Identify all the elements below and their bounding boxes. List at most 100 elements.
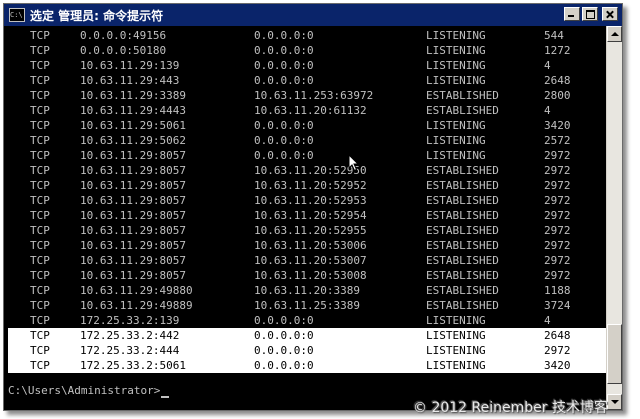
proto-cell: TCP <box>30 59 50 72</box>
title-bar[interactable]: C:\. 选定 管理员: 命令提示符 <box>4 4 622 26</box>
table-row[interactable]: TCP 10.63.11.29:8057 10.63.11.20:52950 ESTA… <box>8 163 607 178</box>
proto-cell: TCP <box>30 44 50 57</box>
proto-cell: TCP <box>30 134 50 147</box>
proto-cell: TCP <box>30 164 50 177</box>
pid-cell: 3420 <box>544 119 571 132</box>
table-row[interactable]: TCP 10.63.11.29:8057 10.63.11.20:52952 ESTA… <box>8 178 607 193</box>
proto-cell: TCP <box>30 299 50 312</box>
table-row[interactable]: TCP 10.63.11.29:443 0.0.0.0:0 LISTENING 2648 <box>8 73 607 88</box>
pid-cell: 2972 <box>544 164 571 177</box>
proto-cell: TCP <box>30 284 50 297</box>
proto-cell: TCP <box>30 104 50 117</box>
table-row[interactable]: TCP 10.63.11.29:8057 10.63.11.20:52953 ESTA… <box>8 193 607 208</box>
local-address-cell: 10.63.11.29:5061 <box>80 119 186 132</box>
foreign-address-cell: 10.63.11.253:63972 <box>254 89 374 102</box>
netstat-table: TCP 0.0.0.0:49156 0.0.0.0:0 LISTENING 544 TCP… <box>8 28 607 373</box>
state-cell: ESTABLISHED <box>426 254 499 267</box>
local-address-cell: 10.63.11.29:8057 <box>80 209 186 222</box>
maximize-button[interactable] <box>582 7 598 21</box>
table-row[interactable]: TCP 10.63.11.29:8057 0.0.0.0:0 LISTENING 297… <box>8 148 607 163</box>
local-address-cell: 0.0.0.0:50180 <box>80 44 167 57</box>
table-row[interactable]: TCP 10.63.11.29:8057 10.63.11.20:53008 ESTA… <box>8 268 607 283</box>
table-row[interactable]: TCP 172.25.33.2:139 0.0.0.0:0 LISTENING 4 <box>8 313 607 328</box>
table-row[interactable]: TCP 0.0.0.0:50180 0.0.0.0:0 LISTENING 1272 <box>8 43 607 58</box>
proto-cell: TCP <box>30 329 50 342</box>
pid-cell: 4 <box>544 59 551 72</box>
local-address-cell: 10.63.11.29:8057 <box>80 239 186 252</box>
proto-cell: TCP <box>30 209 50 222</box>
selected-table-row[interactable]: TCP 172.25.33.2:442 0.0.0.0:0 LISTENING 2648 <box>8 328 607 343</box>
table-row[interactable]: TCP 10.63.11.29:8057 10.63.11.20:52955 ESTA… <box>8 223 607 238</box>
state-cell: LISTENING <box>426 119 486 132</box>
foreign-address-cell: 10.63.11.25:3389 <box>254 299 360 312</box>
local-address-cell: 10.63.11.29:49880 <box>80 284 193 297</box>
table-row[interactable]: TCP 10.63.11.29:8057 10.63.11.20:53007 ESTA… <box>8 253 607 268</box>
table-row[interactable]: TCP 0.0.0.0:49156 0.0.0.0:0 LISTENING 544 <box>8 28 607 43</box>
pid-cell: 2972 <box>544 149 571 162</box>
pid-cell: 2972 <box>544 269 571 282</box>
state-cell: ESTABLISHED <box>426 164 499 177</box>
proto-cell: TCP <box>30 224 50 237</box>
scrollbar-thumb[interactable] <box>607 324 622 384</box>
foreign-address-cell: 10.63.11.20:52955 <box>254 224 367 237</box>
table-row[interactable]: TCP 10.63.11.29:4443 10.63.11.20:61132 ESTA… <box>8 103 607 118</box>
state-cell: ESTABLISHED <box>426 179 499 192</box>
mouse-pointer-icon <box>348 154 360 172</box>
proto-cell: TCP <box>30 194 50 207</box>
table-row[interactable]: TCP 10.63.11.29:139 0.0.0.0:0 LISTENING 4 <box>8 58 607 73</box>
pid-cell: 1272 <box>544 44 571 57</box>
local-address-cell: 172.25.33.2:444 <box>80 344 180 357</box>
pid-cell: 2972 <box>544 239 571 252</box>
local-address-cell: 172.25.33.2:442 <box>80 329 180 342</box>
state-cell: LISTENING <box>426 59 486 72</box>
state-cell: LISTENING <box>426 149 486 162</box>
cmd-app-icon[interactable]: C:\. <box>9 8 25 22</box>
proto-cell: TCP <box>30 74 50 87</box>
local-address-cell: 10.63.11.29:8057 <box>80 164 186 177</box>
state-cell: LISTENING <box>426 329 486 342</box>
vertical-scrollbar[interactable] <box>606 26 622 410</box>
foreign-address-cell: 10.63.11.20:53007 <box>254 254 367 267</box>
table-row[interactable]: TCP 10.63.11.29:5062 0.0.0.0:0 LISTENING 257… <box>8 133 607 148</box>
cmd-window[interactable]: C:\. 选定 管理员: 命令提示符 TCP 0.0.0.0:49156 0.0.0… <box>3 3 623 411</box>
table-row[interactable]: TCP 10.63.11.29:8057 10.63.11.20:53006 ESTA… <box>8 238 607 253</box>
console-output[interactable]: TCP 0.0.0.0:49156 0.0.0.0:0 LISTENING 544 TCP… <box>4 26 607 410</box>
foreign-address-cell: 10.63.11.20:53006 <box>254 239 367 252</box>
table-row[interactable]: TCP 10.63.11.29:49880 10.63.11.20:3389 ESTA… <box>8 283 607 298</box>
state-cell: LISTENING <box>426 344 486 357</box>
pid-cell: 4 <box>544 314 551 327</box>
proto-cell: TCP <box>30 359 50 372</box>
table-row[interactable]: TCP 10.63.11.29:8057 10.63.11.20:52954 ESTA… <box>8 208 607 223</box>
pid-cell: 2648 <box>544 329 571 342</box>
selected-table-row[interactable]: TCP 172.25.33.2:5061 0.0.0.0:0 LISTENING 342… <box>8 358 607 373</box>
selected-table-row[interactable]: TCP 172.25.33.2:444 0.0.0.0:0 LISTENING 2972 <box>8 343 607 358</box>
pid-cell: 2800 <box>544 89 571 102</box>
state-cell: ESTABLISHED <box>426 89 499 102</box>
local-address-cell: 0.0.0.0:49156 <box>80 29 167 42</box>
pid-cell: 3420 <box>544 359 571 372</box>
window-title: 选定 管理员: 命令提示符 <box>30 8 164 23</box>
command-prompt[interactable]: C:\Users\Administrator> <box>8 383 607 398</box>
proto-cell: TCP <box>30 314 50 327</box>
pid-cell: 2572 <box>544 134 571 147</box>
local-address-cell: 10.63.11.29:8057 <box>80 194 186 207</box>
foreign-address-cell: 10.63.11.20:61132 <box>254 104 367 117</box>
proto-cell: TCP <box>30 269 50 282</box>
scroll-up-button[interactable] <box>607 26 622 42</box>
local-address-cell: 10.63.11.29:8057 <box>80 269 186 282</box>
foreign-address-cell: 0.0.0.0:0 <box>254 314 314 327</box>
table-row[interactable]: TCP 10.63.11.29:5061 0.0.0.0:0 LISTENING 342… <box>8 118 607 133</box>
proto-cell: TCP <box>30 119 50 132</box>
state-cell: LISTENING <box>426 359 486 372</box>
local-address-cell: 172.25.33.2:139 <box>80 314 180 327</box>
minimize-button[interactable] <box>564 7 580 21</box>
pid-cell: 2972 <box>544 209 571 222</box>
local-address-cell: 10.63.11.29:139 <box>80 59 180 72</box>
close-button[interactable] <box>602 7 618 21</box>
foreign-address-cell: 0.0.0.0:0 <box>254 344 314 357</box>
table-row[interactable]: TCP 10.63.11.29:49889 10.63.11.25:3389 ESTA… <box>8 298 607 313</box>
foreign-address-cell: 0.0.0.0:0 <box>254 149 314 162</box>
foreign-address-cell: 0.0.0.0:0 <box>254 329 314 342</box>
local-address-cell: 10.63.11.29:8057 <box>80 254 186 267</box>
table-row[interactable]: TCP 10.63.11.29:3389 10.63.11.253:63972 EST… <box>8 88 607 103</box>
